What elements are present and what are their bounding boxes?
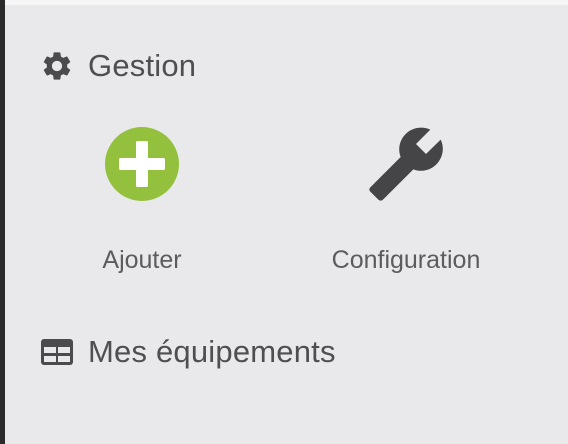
section-title-gestion: Gestion bbox=[88, 48, 197, 83]
plus-circle-icon bbox=[102, 124, 182, 204]
section-gestion-header: Gestion bbox=[40, 48, 196, 84]
add-label: Ajouter bbox=[102, 246, 182, 274]
section-title-equipements: Mes équipements bbox=[88, 334, 336, 369]
table-icon bbox=[40, 335, 74, 369]
configuration-label: Configuration bbox=[331, 246, 481, 274]
top-strip bbox=[0, 0, 568, 5]
plugin-panel: Gestion Ajouter Configuration Mes équipe… bbox=[0, 0, 568, 444]
add-button[interactable]: Ajouter bbox=[80, 124, 204, 275]
configuration-button[interactable]: Configuration bbox=[306, 124, 506, 275]
left-edge bbox=[0, 0, 5, 444]
section-equipements-header: Mes équipements bbox=[40, 334, 336, 370]
wrench-icon bbox=[366, 124, 446, 204]
gear-icon bbox=[40, 49, 74, 83]
